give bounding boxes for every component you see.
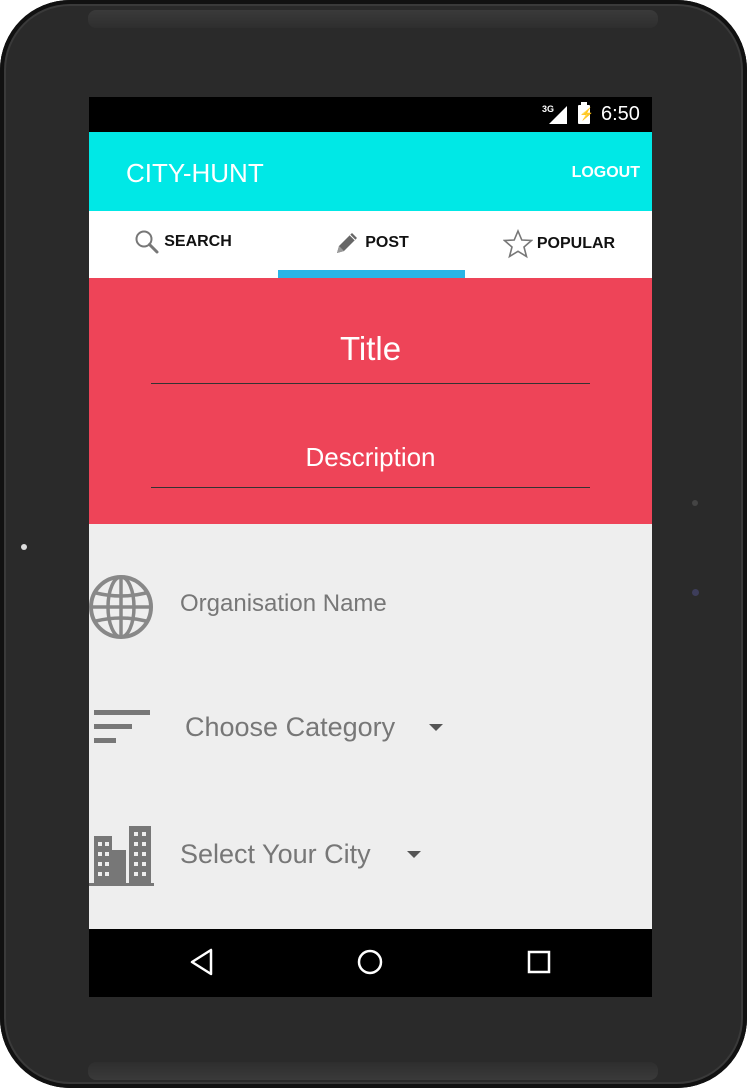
title-description-panel: Title Description — [89, 278, 652, 524]
tab-popular-label: POPULAR — [536, 235, 616, 252]
city-row: Select Your City — [89, 817, 652, 897]
app-title: CITY-HUNT — [126, 158, 264, 188]
back-icon[interactable] — [189, 947, 215, 977]
tablet-frame: 3G ⚡ 6:50 CITY-HUNT LOGOUT SEARCH POST P… — [0, 0, 747, 1088]
organisation-row: Organisation Name — [89, 567, 652, 647]
title-input[interactable]: Title — [151, 330, 590, 368]
status-time: 6:50 — [601, 103, 640, 125]
tab-bar: SEARCH POST POPULAR — [89, 211, 652, 279]
title-underline — [151, 383, 590, 384]
globe-icon — [89, 575, 153, 639]
tab-post-label: POST — [365, 234, 409, 251]
organisation-input[interactable]: Organisation Name — [180, 590, 387, 618]
chevron-down-icon — [407, 851, 421, 858]
tab-post[interactable]: POST — [277, 211, 465, 278]
tab-search[interactable]: SEARCH — [89, 211, 277, 278]
category-row: Choose Category — [89, 697, 652, 777]
description-underline — [151, 487, 590, 488]
tab-search-label: SEARCH — [164, 233, 232, 250]
home-icon[interactable] — [357, 947, 383, 977]
city-icon — [89, 826, 154, 886]
speaker-grill-bottom — [88, 1062, 658, 1080]
screen: 3G ⚡ 6:50 CITY-HUNT LOGOUT SEARCH POST P… — [89, 97, 652, 997]
sort-icon — [94, 710, 150, 743]
search-icon — [135, 230, 159, 254]
city-dropdown[interactable]: Select Your City — [180, 839, 430, 879]
pencil-icon — [337, 233, 358, 253]
status-bar: 3G ⚡ 6:50 — [89, 97, 652, 132]
star-icon — [502, 229, 533, 259]
city-selected-value: Select Your City — [180, 839, 371, 869]
selected-tab-indicator — [278, 270, 465, 278]
charging-icon: ⚡ — [579, 107, 594, 121]
tab-popular[interactable]: POPULAR — [465, 211, 652, 278]
navigation-bar — [89, 929, 652, 997]
sensor-dot — [692, 589, 699, 596]
category-selected-value: Choose Category — [185, 712, 396, 742]
front-camera — [21, 544, 27, 550]
recents-icon[interactable] — [526, 947, 552, 977]
chevron-down-icon — [429, 724, 443, 731]
signal-icon — [549, 106, 567, 124]
description-input[interactable]: Description — [151, 442, 590, 473]
speaker-grill-top — [88, 10, 658, 28]
sensor-dot — [692, 500, 698, 506]
logout-button[interactable]: LOGOUT — [572, 164, 640, 182]
app-bar: CITY-HUNT LOGOUT — [89, 132, 652, 211]
category-dropdown[interactable]: Choose Category — [185, 709, 455, 749]
